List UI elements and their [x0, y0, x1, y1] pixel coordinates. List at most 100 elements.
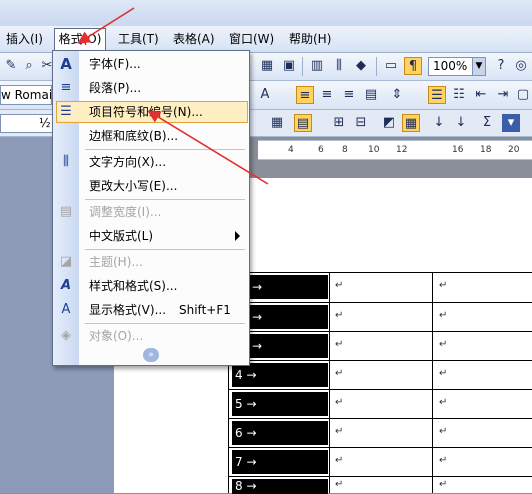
decrease-indent-icon[interactable]: ⇤	[472, 86, 490, 104]
menu-item-paragraph[interactable]: ≡ 段落(P)...	[53, 77, 249, 99]
cell-end-mark: ↵	[439, 310, 448, 321]
table-row[interactable]: → ↵ ↵	[228, 331, 532, 360]
ruler-tick: 8	[342, 145, 348, 155]
columns-icon[interactable]: ▥	[308, 57, 326, 75]
menu-help[interactable]: 帮助(H)	[289, 31, 331, 47]
menu-table[interactable]: 表格(A)	[173, 31, 215, 47]
toolbar-separator	[302, 57, 303, 76]
numbering-icon[interactable]: ☰	[428, 86, 446, 104]
ruler-tick: 10	[368, 145, 380, 155]
format-menu: A 字体(F)... ≡ 段落(P)... ☰ 项目符号和编号(N)... 边框…	[52, 50, 250, 366]
border-icon[interactable]: ▢	[514, 86, 532, 104]
font-size-combo[interactable]: ½	[0, 114, 58, 133]
table-grid-icon[interactable]: ▦	[268, 114, 286, 132]
menu-item-label: 项目符号和编号(N)...	[89, 105, 203, 119]
fit-width-icon: ▤	[59, 204, 73, 219]
expand-menu-icon[interactable]: »	[143, 348, 159, 362]
menu-separator	[85, 249, 245, 250]
bullets-icon[interactable]: ☷	[450, 86, 468, 104]
distribute-rows-icon[interactable]: ⊞	[330, 114, 348, 132]
distribute-cols-icon[interactable]: ⊟	[352, 114, 370, 132]
cell-end-mark: ↵	[335, 426, 344, 437]
shading-icon[interactable]: ▦	[402, 114, 420, 132]
menu-item-borders-shading[interactable]: 边框和底纹(B)...	[53, 125, 249, 147]
ruler-tick: 4	[288, 145, 294, 155]
text-highlight-icon[interactable]: A	[256, 86, 274, 104]
table-row[interactable]: → ↵ ↵	[228, 272, 532, 301]
drawing-icon[interactable]: ⫼	[330, 57, 348, 75]
reading-icon[interactable]: ◎	[512, 57, 530, 75]
toolbar-separator	[376, 57, 377, 76]
sort-ascending-icon[interactable]: ↓	[430, 114, 448, 132]
table-cell-selected[interactable]: 8 →	[232, 479, 328, 494]
cell-end-mark: ↵	[335, 310, 344, 321]
styles-icon: A	[60, 278, 72, 293]
cell-end-mark: ↵	[439, 280, 448, 291]
cell-end-mark: ↵	[439, 455, 448, 466]
table-row[interactable]: 7 → ↵ ↵	[228, 447, 532, 476]
excel-icon[interactable]: ▣	[280, 57, 298, 75]
table-cell-selected[interactable]: 5 →	[232, 392, 328, 416]
menu-item-font[interactable]: A 字体(F)...	[53, 53, 249, 75]
justify-icon[interactable]: ▤	[362, 86, 380, 104]
table-row[interactable]: 4 → ↵ ↵	[228, 360, 532, 389]
menu-format[interactable]: 格式(O)	[54, 28, 106, 50]
format-painter-icon[interactable]: ✎	[2, 57, 20, 75]
menu-item-object: ◈ 对象(O)...	[53, 325, 249, 347]
menu-item-label: 边框和底纹(B)...	[89, 129, 179, 143]
horizontal-ruler[interactable]: 4 6 8 10 12 16 18 20	[258, 140, 532, 160]
menu-item-asian-layout[interactable]: 中文版式(L)	[53, 225, 249, 247]
menu-item-label: 字体(F)...	[89, 57, 141, 71]
text-direction-icon: ⫼	[63, 154, 69, 169]
menu-separator	[85, 149, 245, 150]
menu-item-label: 段落(P)...	[89, 81, 142, 95]
table-row[interactable]: 8 → ↵ ↵	[228, 476, 532, 494]
help-icon[interactable]: ?	[492, 57, 510, 75]
font-name-combo[interactable]: w Romai	[0, 85, 52, 105]
document-table[interactable]: → ↵ ↵ → ↵ ↵ → ↵ ↵ 4 → ↵ ↵ 5 → ↵ ↵ 6 → ↵ …	[228, 272, 532, 494]
table-cell-selected[interactable]: 7 →	[232, 450, 328, 474]
ruler-tick: 18	[480, 145, 492, 155]
align-left-icon[interactable]: ≡	[296, 86, 314, 104]
align-right-icon[interactable]: ≡	[340, 86, 358, 104]
toolbar-options-icon[interactable]: ▾	[502, 114, 520, 132]
menu-item-bullets-numbering[interactable]: ☰ 项目符号和编号(N)...	[53, 101, 249, 123]
title-strip	[0, 0, 532, 27]
menu-insert[interactable]: 插入(I)	[6, 31, 43, 47]
table-row[interactable]: 5 → ↵ ↵	[228, 389, 532, 418]
line-spacing-icon[interactable]: ⇕	[388, 86, 406, 104]
theme-icon: ◪	[59, 254, 73, 269]
table-cell-selected[interactable]: 6 →	[232, 421, 328, 445]
cell-align-icon[interactable]: ▤	[294, 114, 312, 132]
sort-descending-icon[interactable]: ↓	[452, 114, 470, 132]
increase-indent-icon[interactable]: ⇥	[494, 86, 512, 104]
reveal-formatting-icon: A	[61, 302, 71, 317]
cell-end-mark: ↵	[335, 368, 344, 379]
menu-item-styles-formatting[interactable]: A 样式和格式(S)...	[53, 275, 249, 297]
menu-tools[interactable]: 工具(T)	[118, 31, 159, 47]
cell-end-mark: ↵	[335, 339, 344, 350]
document-map-icon[interactable]: ◆	[352, 57, 370, 75]
cell-end-mark: ↵	[439, 339, 448, 350]
cell-end-mark: ↵	[335, 280, 344, 291]
menu-item-reveal-formatting[interactable]: A 显示格式(V)... Shift+F1	[53, 299, 249, 321]
table-row[interactable]: → ↵ ↵	[228, 302, 532, 331]
table-row[interactable]: 6 → ↵ ↵	[228, 418, 532, 447]
table-cell-selected[interactable]: 4 →	[232, 363, 328, 387]
show-hide-icon[interactable]: ¶	[404, 57, 422, 75]
menu-item-label: 文字方向(X)...	[89, 155, 167, 169]
read-icon[interactable]: ▭	[382, 57, 400, 75]
menu-item-text-direction[interactable]: ⫼ 文字方向(X)...	[53, 151, 249, 173]
menu-window[interactable]: 窗口(W)	[229, 31, 274, 47]
autoformat-icon[interactable]: ◩	[380, 114, 398, 132]
research-icon[interactable]: ⌕	[20, 57, 38, 75]
menu-item-shortcut: Shift+F1	[179, 303, 231, 317]
zoom-dropdown-icon[interactable]: ▼	[472, 57, 486, 76]
autosum-icon[interactable]: Σ	[478, 114, 496, 132]
align-center-icon[interactable]: ≡	[318, 86, 336, 104]
cell-end-mark: ↵	[335, 455, 344, 466]
menu-item-label: 更改大小写(E)...	[89, 179, 178, 193]
menu-separator	[85, 199, 245, 200]
menu-item-change-case[interactable]: 更改大小写(E)...	[53, 175, 249, 197]
table-icon[interactable]: ▦	[258, 57, 276, 75]
